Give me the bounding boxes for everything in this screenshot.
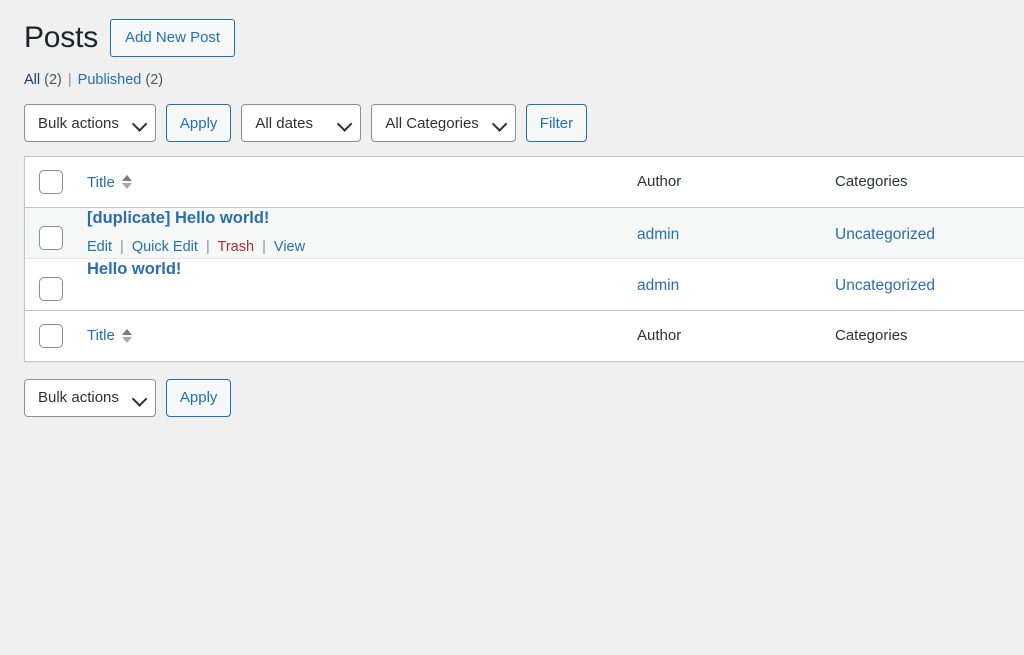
sort-desc-icon (121, 336, 132, 343)
category-link[interactable]: Uncategorized (835, 226, 935, 243)
column-footer-title: Title (87, 309, 637, 361)
table-footer-row: Title Author Categories (25, 309, 1024, 361)
posts-table-foot: Title Author Categories (25, 309, 1024, 361)
add-new-post-button[interactable]: Add New Post (110, 18, 236, 57)
select-all-header (25, 157, 87, 209)
status-filter-published-link[interactable]: Published (78, 72, 142, 88)
row-action-separator: | (120, 238, 124, 255)
row-action-separator: | (205, 238, 210, 255)
column-header-title: Title (87, 157, 637, 209)
row-categories-cell: Uncategorized (835, 259, 1024, 309)
row-author-cell: admin (637, 208, 835, 260)
posts-page: Posts Add New Post All (2) | Published (… (0, 0, 1024, 655)
select-all-footer (25, 309, 87, 361)
category-link[interactable]: Uncategorized (835, 277, 935, 294)
tablenav-bottom: Bulk actions Apply (24, 378, 1024, 417)
table-row: [duplicate] Hello world! Edit | Quick Ed… (25, 208, 1024, 260)
column-header-categories: Categories (835, 157, 1024, 209)
sort-asc-icon (121, 328, 132, 335)
row-categories-cell: Uncategorized (835, 208, 1024, 260)
chevron-down-icon (491, 116, 508, 133)
category-filter-select-value: All Categories (385, 114, 479, 132)
sort-desc-icon (121, 183, 132, 190)
bulk-actions-select-bottom-value: Bulk actions (38, 389, 119, 407)
status-filter-all-link[interactable]: All (24, 72, 40, 88)
apply-button-bottom[interactable]: Apply (165, 378, 232, 417)
posts-table-body: [duplicate] Hello world! Edit | Quick Ed… (25, 208, 1024, 310)
author-link[interactable]: admin (637, 226, 679, 243)
column-footer-author: Author (637, 309, 835, 361)
author-link[interactable]: admin (637, 277, 679, 294)
sort-by-title-bottom[interactable]: Title (87, 328, 132, 343)
row-actions: Edit | Quick Edit | Trash | View (87, 237, 637, 259)
tablenav-top: Bulk actions Apply All dates All Categor… (24, 104, 1024, 143)
column-header-title-label: Title (87, 173, 115, 191)
bulk-actions-select-bottom[interactable]: Bulk actions (24, 378, 156, 417)
sort-asc-icon (121, 175, 132, 182)
page-header: Posts Add New Post (0, 0, 1024, 57)
table-row: Hello world! Edit | Quick Edit | Trash |… (25, 259, 1024, 310)
row-action-trash[interactable]: Trash (218, 239, 255, 255)
column-footer-categories: Categories (835, 309, 1024, 361)
page-title: Posts (24, 21, 99, 54)
post-title-link[interactable]: Hello world! (87, 259, 181, 280)
bulk-actions-select-top-value: Bulk actions (38, 114, 119, 132)
row-select-cell (25, 259, 87, 309)
select-all-checkbox-top[interactable] (39, 170, 63, 195)
status-filter-separator: | (67, 72, 72, 88)
column-header-author: Author (637, 157, 835, 209)
apply-button-top[interactable]: Apply (165, 104, 232, 143)
sort-by-title-top[interactable]: Title (87, 175, 132, 190)
row-checkbox[interactable] (39, 277, 63, 302)
status-filter-published-count: (2) (145, 72, 164, 88)
chevron-down-icon (337, 116, 353, 133)
date-filter-select-value: All dates (255, 114, 313, 132)
status-filter-published: Published (2) (78, 70, 163, 90)
table-header-row: Title Author Categories (25, 157, 1024, 209)
row-title-cell: [duplicate] Hello world! Edit | Quick Ed… (87, 208, 637, 260)
chevron-down-icon (131, 116, 148, 133)
filter-button[interactable]: Filter (525, 104, 588, 143)
column-footer-title-label: Title (87, 327, 115, 345)
sort-arrows-icon (121, 328, 132, 343)
sort-arrows-icon (121, 175, 132, 190)
row-title-cell: Hello world! Edit | Quick Edit | Trash |… (87, 259, 637, 309)
row-action-view[interactable]: View (274, 239, 305, 255)
posts-table-head: Title Author Categories (25, 157, 1024, 209)
row-author-cell: admin (637, 259, 835, 309)
row-select-cell (25, 208, 87, 260)
status-filter-all-count: (2) (44, 72, 62, 88)
status-filter-links: All (2) | Published (2) (24, 70, 1024, 90)
date-filter-select[interactable]: All dates (241, 104, 362, 143)
select-all-checkbox-bottom[interactable] (39, 323, 63, 348)
chevron-down-icon (131, 390, 148, 407)
row-action-separator: | (262, 238, 266, 255)
post-title-link[interactable]: [duplicate] Hello world! (87, 208, 269, 229)
category-filter-select[interactable]: All Categories (371, 104, 516, 143)
status-filter-all: All (2) (24, 70, 62, 90)
posts-table: Title Author Categories [duplicate] Hell… (24, 156, 1024, 362)
row-action-edit[interactable]: Edit (87, 239, 112, 255)
row-checkbox[interactable] (39, 226, 63, 251)
bulk-actions-select-top[interactable]: Bulk actions (24, 104, 156, 143)
row-action-quick-edit[interactable]: Quick Edit (132, 239, 198, 255)
